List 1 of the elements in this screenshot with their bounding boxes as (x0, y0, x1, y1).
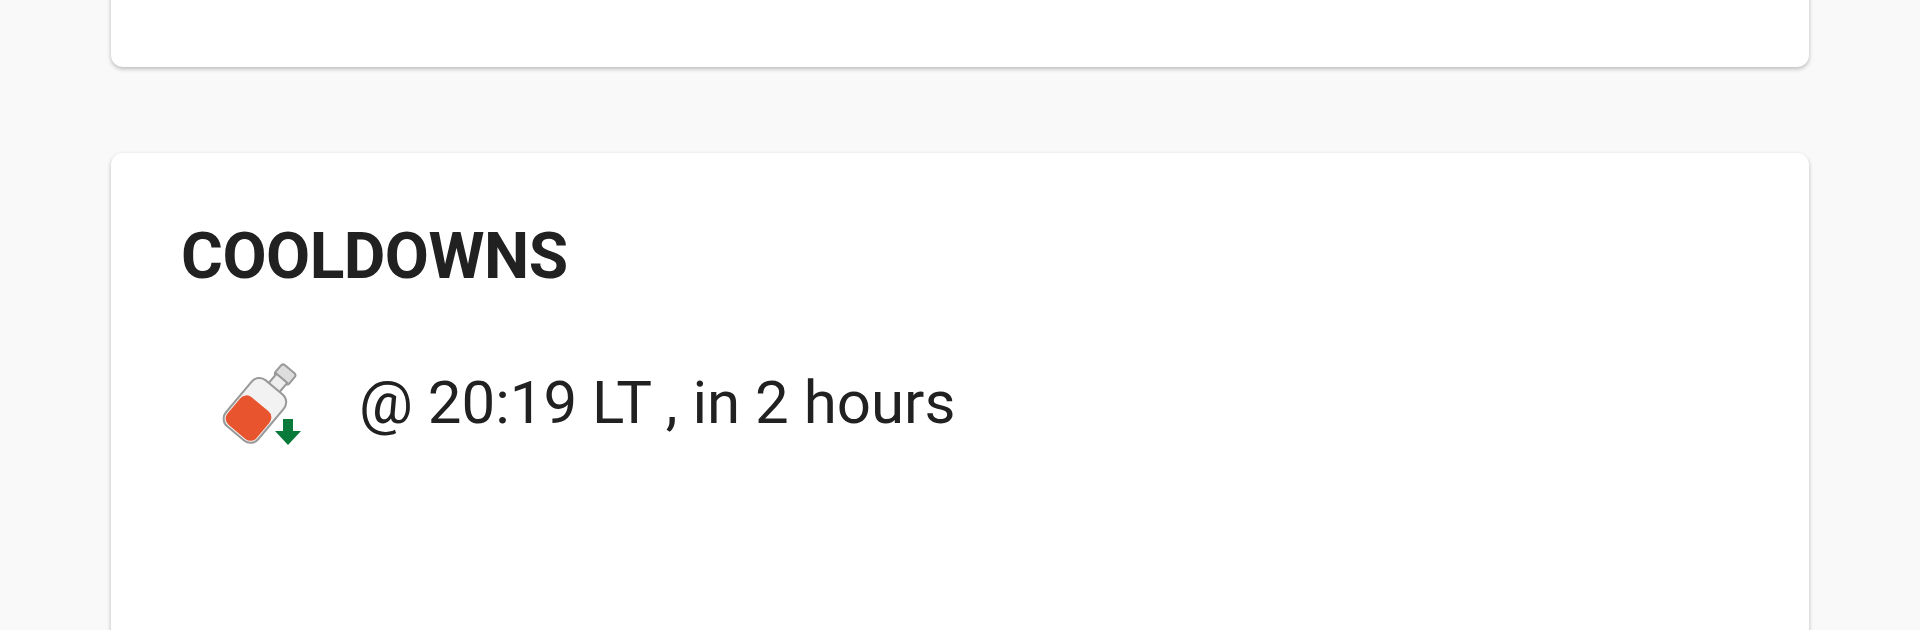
section-title: COOLDOWNS (181, 225, 569, 289)
